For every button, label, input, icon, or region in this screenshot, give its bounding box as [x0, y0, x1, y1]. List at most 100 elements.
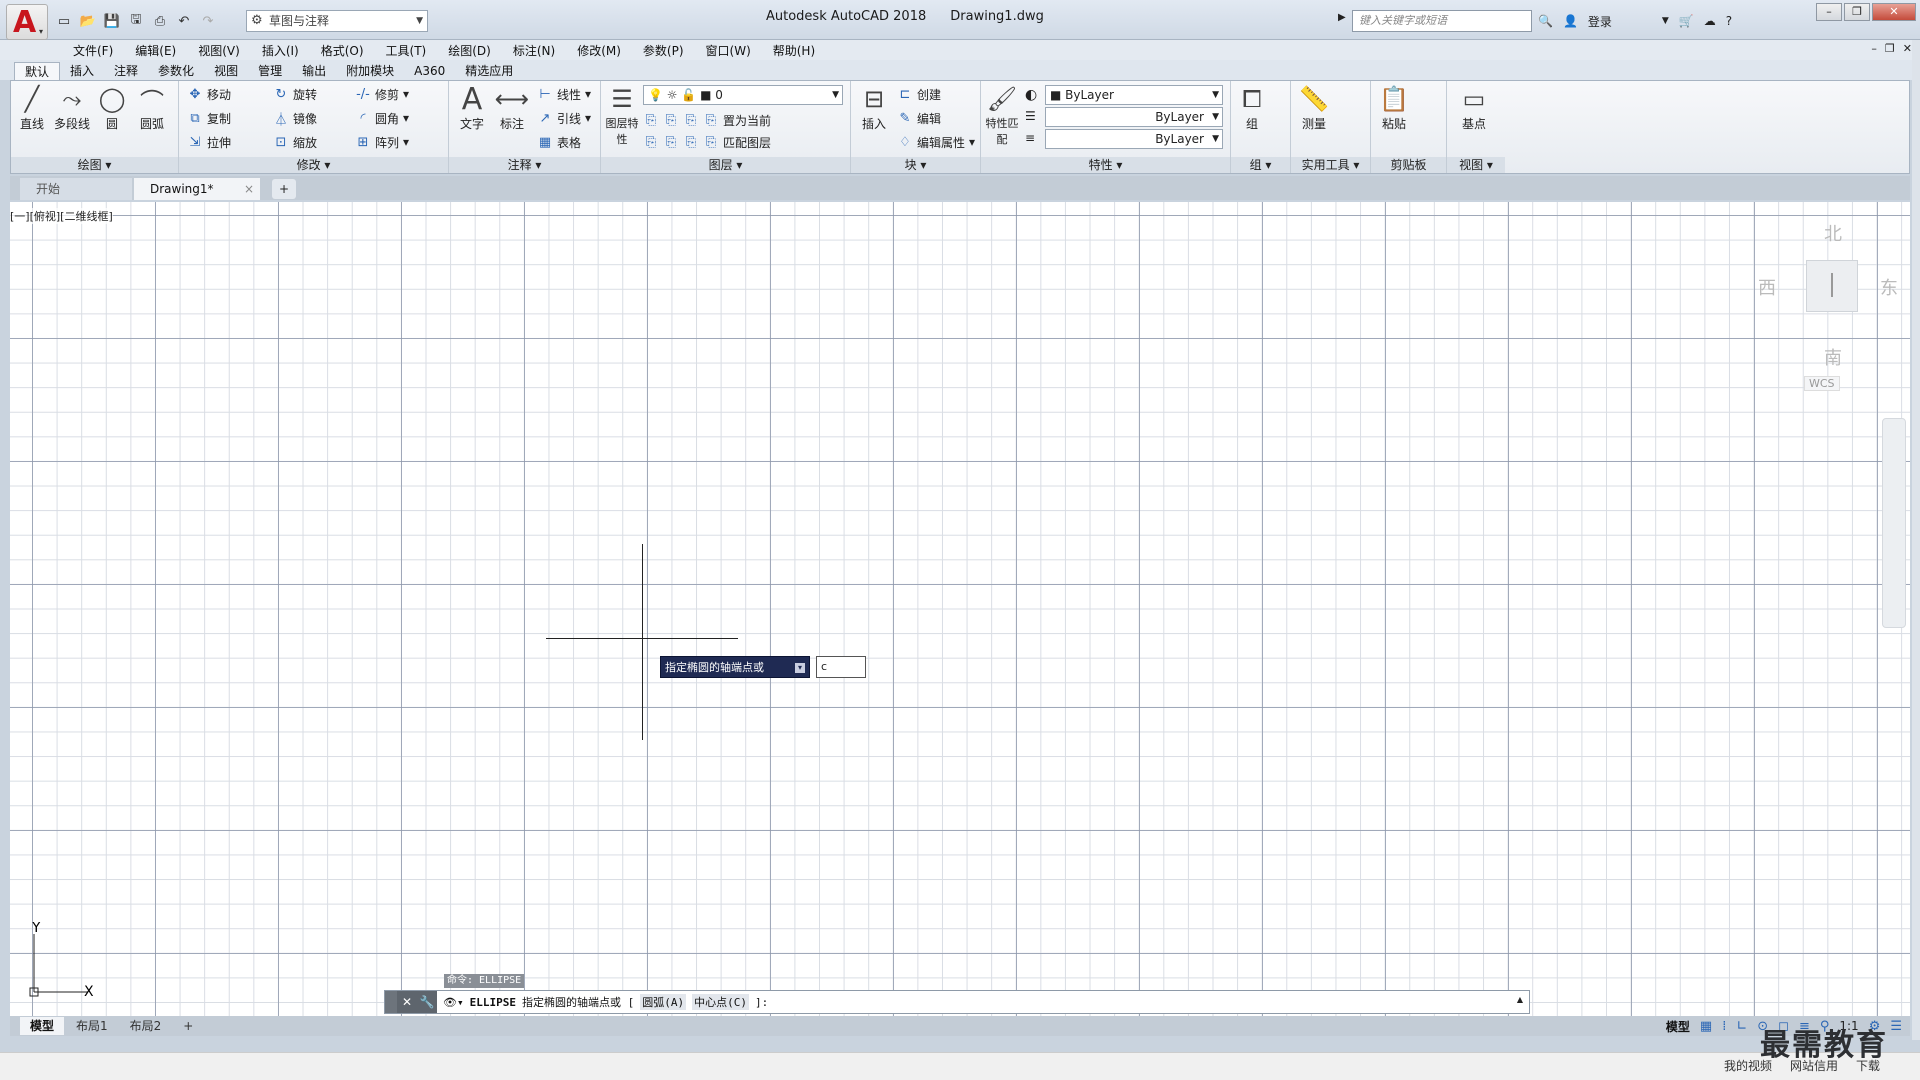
search-expand-icon[interactable]: ▶	[1338, 12, 1346, 23]
array-button[interactable]: ⊞ 阵列 ▾	[355, 131, 410, 153]
layer-properties-button[interactable]: ☰ 图层特性	[603, 83, 641, 147]
option-center[interactable]: 中心点(C)	[692, 994, 749, 1010]
snap-icon[interactable]: ⁞	[1722, 1019, 1726, 1034]
vertical-scrollbar[interactable]	[1912, 40, 1920, 1040]
layer-select[interactable]: 💡 ☼ 🔓 ■ 0 ▼	[643, 85, 843, 105]
tab-start[interactable]: 开始	[20, 178, 132, 200]
trim-button[interactable]: -/- 修剪 ▾	[355, 83, 409, 105]
line-button[interactable]: ╱ 直线	[13, 83, 51, 132]
create-block-button[interactable]: ⊏ 创建	[897, 83, 941, 105]
print-icon[interactable]: ⎙	[150, 11, 170, 31]
new-icon[interactable]: ▭	[54, 11, 74, 31]
ribbon-tab-4[interactable]: 视图	[204, 62, 248, 80]
wcs-menu[interactable]: WCS	[1804, 376, 1840, 391]
panel-title-annotation[interactable]: 注释 ▾	[449, 157, 600, 173]
panel-title-layers[interactable]: 图层 ▾	[601, 157, 850, 173]
wrench-icon[interactable]: 🔧	[417, 991, 437, 1013]
copy-button[interactable]: ⧉ 复制	[187, 107, 231, 129]
cart-icon[interactable]: 🛒	[1679, 14, 1694, 28]
doc-minimize-icon[interactable]: –	[1871, 42, 1877, 55]
menu-item-8[interactable]: 修改(M)	[566, 42, 632, 59]
panel-title-block[interactable]: 块 ▾	[851, 157, 980, 173]
model-space-button[interactable]: 模型	[1666, 1018, 1690, 1035]
ribbon-tab-1[interactable]: 插入	[60, 62, 104, 80]
circle-button[interactable]: ◯ 圆	[93, 83, 131, 132]
panel-title-utilities[interactable]: 实用工具 ▾	[1291, 157, 1370, 173]
binoculars-icon[interactable]: 🔍	[1538, 14, 1553, 28]
close-icon[interactable]: ✕	[397, 991, 417, 1013]
fillet-button[interactable]: ◜ 圆角 ▾	[355, 107, 409, 129]
save-as-icon[interactable]: 🖫	[126, 11, 146, 31]
ribbon-tab-7[interactable]: 附加模块	[336, 62, 404, 80]
linetype-select[interactable]: ByLayer ▼	[1045, 107, 1223, 127]
close-button[interactable]: ✕	[1872, 3, 1916, 21]
insert-button[interactable]: ⊟ 插入	[855, 83, 893, 132]
save-icon[interactable]: 💾	[102, 11, 122, 31]
base-button[interactable]: ▭ 基点	[1455, 83, 1493, 132]
history-arrow-icon[interactable]: ▲	[1517, 995, 1523, 1004]
menu-item-1[interactable]: 编辑(E)	[124, 42, 187, 59]
viewcube[interactable]: 北 西 东 南 WCS	[1750, 216, 1910, 416]
ribbon-tab-2[interactable]: 注释	[104, 62, 148, 80]
workspace-select[interactable]: ⚙ 草图与注释 ▼	[246, 10, 428, 32]
open-icon[interactable]: 📂	[78, 11, 98, 31]
ribbon-tab-8[interactable]: A360	[404, 62, 455, 80]
menu-item-9[interactable]: 参数(P)	[632, 42, 695, 59]
viewcube-west[interactable]: 西	[1758, 274, 1776, 300]
tab-drawing1[interactable]: Drawing1* ×	[134, 178, 260, 200]
mirror-button[interactable]: ⏃ 镜像	[273, 107, 317, 129]
grid-icon[interactable]: ▦	[1700, 1019, 1712, 1034]
user-icon[interactable]: 👤	[1563, 14, 1578, 28]
viewcube-north[interactable]: 北	[1824, 220, 1842, 246]
new-tab-button[interactable]: +	[272, 179, 296, 199]
menu-item-5[interactable]: 工具(T)	[375, 42, 438, 59]
close-icon[interactable]: ×	[244, 178, 254, 200]
customize-icon[interactable]: ☰	[1890, 1019, 1902, 1034]
minimize-button[interactable]: –	[1816, 3, 1842, 21]
move-button[interactable]: ✥ 移动	[187, 83, 231, 105]
table-button[interactable]: ▦ 表格	[537, 131, 581, 153]
ribbon-tab-9[interactable]: 精选应用	[455, 62, 523, 80]
panel-title-properties[interactable]: 特性 ▾	[981, 157, 1230, 173]
options-arrow-icon[interactable]: ▾	[795, 663, 805, 673]
edit-block-button[interactable]: ✎ 编辑	[897, 107, 941, 129]
leader-button[interactable]: ↗ 引线 ▾	[537, 107, 592, 129]
menu-item-3[interactable]: 插入(I)	[251, 42, 310, 59]
viewcube-face[interactable]	[1806, 260, 1858, 312]
grip-handle[interactable]	[385, 991, 397, 1013]
panel-title-draw[interactable]: 绘图 ▾	[11, 157, 178, 173]
stretch-button[interactable]: ⇲ 拉伸	[187, 131, 231, 153]
group-button[interactable]: ⧠ 组	[1233, 83, 1271, 132]
ribbon-tab-0[interactable]: 默认	[14, 62, 61, 80]
command-line[interactable]: ✕ 🔧 👁▾ ELLIPSE 指定椭圆的轴端点或 [ 圆弧(A) 中心点(C) …	[384, 990, 1530, 1014]
text-button[interactable]: A 文字	[453, 82, 491, 132]
panel-title-groups[interactable]: 组 ▾	[1231, 157, 1290, 173]
panel-title-modify[interactable]: 修改 ▾	[179, 157, 448, 173]
menu-item-6[interactable]: 绘图(D)	[437, 42, 502, 59]
viewport-controls[interactable]: [一][俯视][二维线框]	[10, 208, 113, 224]
rotate-button[interactable]: ↻ 旋转	[273, 83, 317, 105]
menu-item-11[interactable]: 帮助(H)	[762, 42, 826, 59]
a360-icon[interactable]: ☁	[1704, 14, 1716, 28]
paste-button[interactable]: 📋 粘贴	[1375, 83, 1413, 132]
menu-item-10[interactable]: 窗口(W)	[695, 42, 762, 59]
login-button[interactable]: 登录	[1588, 13, 1612, 30]
linear-button[interactable]: ⊢ 线性 ▾	[537, 83, 591, 105]
layer-tools-row1[interactable]: ⎘ ⎘ ⎘ ⎘ 置为当前	[643, 109, 771, 131]
menu-item-4[interactable]: 格式(O)	[310, 42, 375, 59]
viewcube-east[interactable]: 东	[1880, 274, 1898, 300]
match-properties-button[interactable]: 🖌 特性匹配	[983, 83, 1021, 147]
menu-item-0[interactable]: 文件(F)	[62, 42, 124, 59]
lineweight-select[interactable]: ByLayer ▼	[1045, 129, 1223, 149]
color-select[interactable]: ■ ByLayer ▼	[1045, 85, 1223, 105]
scale-button[interactable]: ⊡ 缩放	[273, 131, 317, 153]
navigation-bar[interactable]	[1882, 418, 1906, 628]
menu-item-2[interactable]: 视图(V)	[187, 42, 251, 59]
ribbon-tab-6[interactable]: 输出	[292, 62, 336, 80]
viewcube-south[interactable]: 南	[1824, 344, 1842, 370]
ortho-icon[interactable]: ∟	[1736, 1019, 1747, 1034]
dynamic-input-field[interactable]: c	[816, 656, 866, 678]
application-menu-button[interactable]: A ▾	[6, 4, 48, 40]
search-input[interactable]: 键入关键字或短语	[1352, 10, 1532, 32]
help-icon[interactable]: ?	[1726, 14, 1732, 28]
